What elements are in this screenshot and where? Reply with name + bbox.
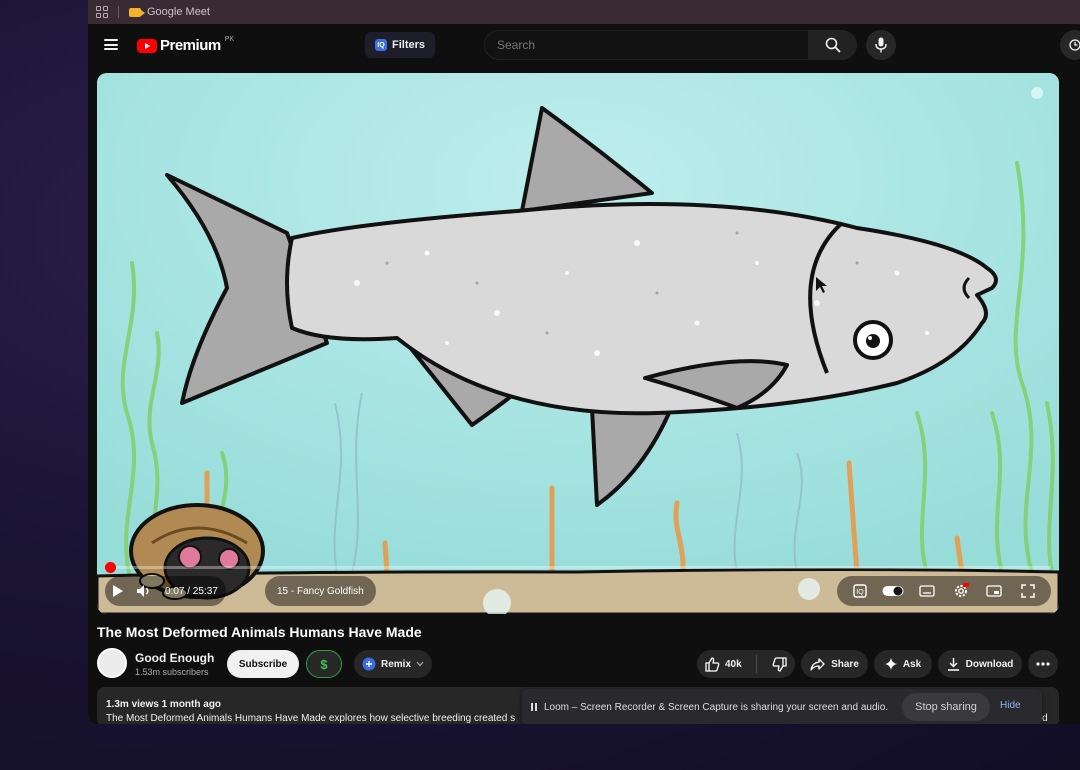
video-frame [97,73,1059,614]
sparkle-icon [884,658,897,670]
progress-bar[interactable] [104,562,1051,573]
search-placeholder: Search [497,38,536,52]
search-button[interactable] [809,30,857,60]
player-settings-group: IQ [837,576,1051,606]
miniplayer-icon [986,585,1003,597]
meet-camera-icon [129,7,145,17]
remix-icon [362,657,376,671]
thumbs-down-icon [772,656,787,672]
iq-icon: IQ [375,39,387,51]
svg-text:IQ: IQ [856,589,864,596]
like-button[interactable]: 40k [705,656,742,672]
apps-grid-icon[interactable] [96,6,108,18]
clock-icon [1069,39,1080,51]
thumbs-up-icon [705,656,720,672]
views-and-date: 1.3m views 1 month ago [106,699,222,710]
fullscreen-icon [1021,584,1035,598]
youtube-premium-logo[interactable]: Premium PK [137,36,235,54]
history-button[interactable] [1060,30,1080,60]
more-horizontal-icon [1036,662,1050,666]
loom-sharing-banner: Loom – Screen Recorder & Screen Capture … [522,689,1042,724]
video-player[interactable]: 0:07 / 25:37 15 - Fancy Goldfish IQ [97,73,1059,614]
voice-search-button[interactable] [866,30,896,60]
download-label: Download [965,658,1014,670]
share-label: Share [831,658,859,670]
logo-region: PK [224,36,235,43]
subscriber-count: 1.53m subscribers [135,667,209,677]
channel-name[interactable]: Good Enough [135,651,214,665]
play-icon [113,585,123,597]
play-button[interactable] [105,578,131,604]
captions-button[interactable] [914,578,940,604]
pause-icon [531,703,537,711]
ask-label: Ask [902,658,922,670]
volume-icon [137,585,149,597]
gear-icon [954,583,969,597]
youtube-header: Premium PK IQ Filters Search [88,24,1080,66]
iq-icon: IQ [853,584,867,598]
toggle-icon [882,586,904,596]
browser-window: Google Meet Premium PK IQ Filters Search [88,0,1080,724]
microphone-icon [875,37,887,53]
like-dislike-group: 40k [697,650,795,678]
share-icon [810,657,825,671]
search-input[interactable]: Search [484,30,809,60]
download-button[interactable]: Download [938,650,1022,678]
search-icon [825,37,841,53]
player-controls: 0:07 / 25:37 15 - Fancy Goldfish IQ [97,562,1059,614]
chevron-down-icon [416,661,424,667]
video-title: The Most Deformed Animals Humans Have Ma… [97,624,422,640]
chapter-label: 15 - Fancy Goldfish [277,585,364,597]
tab-google-meet[interactable]: Google Meet [129,6,210,18]
description-text: The Most Deformed Animals Humans Have Ma… [106,713,516,724]
loom-message: Loom – Screen Recorder & Screen Capture … [544,701,889,713]
hide-banner-link[interactable]: Hide [1000,700,1021,711]
time-display: 0:07 / 25:37 [165,585,218,597]
menu-icon[interactable] [104,39,118,50]
channel-avatar[interactable] [97,648,127,678]
miniplayer-button[interactable] [981,578,1007,604]
volume-button[interactable] [131,578,157,604]
filters-button[interactable]: IQ Filters [365,32,436,58]
like-divider [755,655,757,673]
playback-controls: 0:07 / 25:37 [105,576,226,606]
chapter-button[interactable]: 15 - Fancy Goldfish [265,576,376,606]
more-actions-button[interactable] [1028,650,1058,678]
browser-tab-bar: Google Meet [88,0,1080,24]
like-count: 40k [725,658,742,670]
remix-button[interactable]: Remix [354,650,432,678]
iq-button[interactable]: IQ [847,578,873,604]
remix-label: Remix [380,658,411,670]
tab-title: Google Meet [147,6,210,18]
fullscreen-button[interactable] [1015,578,1041,604]
logo-text: Premium [160,37,221,54]
filters-label: Filters [392,39,426,51]
captions-icon [919,585,935,597]
dislike-button[interactable] [772,656,787,672]
share-button[interactable]: Share [801,650,868,678]
tab-divider [118,6,119,18]
youtube-play-icon [137,38,157,53]
settings-button[interactable] [948,578,974,604]
autoplay-toggle[interactable] [880,578,906,604]
stop-sharing-button[interactable]: Stop sharing [902,693,990,721]
progress-scrubber[interactable] [104,562,116,573]
thanks-button[interactable]: $ [306,650,342,678]
ask-button[interactable]: Ask [874,650,932,678]
download-icon [947,658,959,671]
subscribe-button[interactable]: Subscribe [227,650,299,678]
